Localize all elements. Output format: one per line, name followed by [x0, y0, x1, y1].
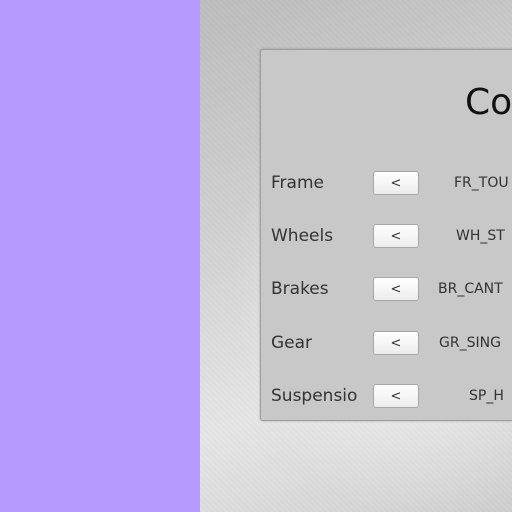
wheels-label: Wheels	[271, 226, 334, 246]
screen: Co Frame < FR_TOU Wheels < WH_ST Brakes …	[0, 0, 512, 512]
wheels-value: WH_ST	[456, 228, 505, 244]
chevron-left-icon: <	[390, 336, 402, 351]
brakes-label: Brakes	[271, 279, 329, 299]
chevron-left-icon: <	[390, 389, 402, 404]
suspension-prev-button[interactable]: <	[373, 384, 419, 408]
chevron-left-icon: <	[390, 176, 402, 191]
suspension-value: SP_H	[469, 388, 504, 404]
frame-prev-button[interactable]: <	[373, 171, 419, 195]
brakes-value: BR_CANT	[438, 281, 503, 297]
left-color-panel	[0, 0, 200, 512]
panel-title: Co	[465, 82, 512, 123]
chevron-left-icon: <	[390, 282, 402, 297]
gear-prev-button[interactable]: <	[373, 331, 419, 355]
frame-value: FR_TOU	[454, 175, 509, 191]
brakes-prev-button[interactable]: <	[373, 277, 419, 301]
suspension-label: Suspensio	[271, 386, 358, 406]
gear-label: Gear	[271, 333, 313, 353]
gear-value: GR_SING	[439, 335, 501, 351]
configuration-panel: Co Frame < FR_TOU Wheels < WH_ST Brakes …	[260, 49, 512, 421]
wheels-prev-button[interactable]: <	[373, 224, 419, 248]
frame-label: Frame	[271, 173, 324, 193]
chevron-left-icon: <	[390, 229, 402, 244]
